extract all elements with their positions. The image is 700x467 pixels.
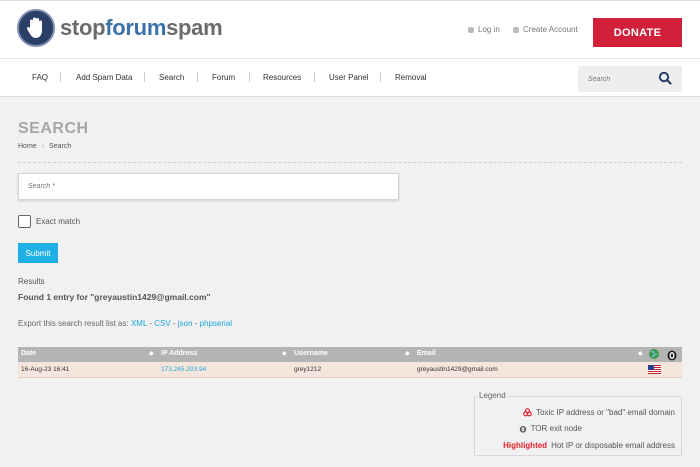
- nav-divider: [197, 72, 198, 82]
- nav-item-resources[interactable]: Resources: [263, 73, 301, 82]
- nav-item-removal[interactable]: Removal: [395, 73, 427, 82]
- export-json-link[interactable]: json: [178, 319, 193, 328]
- site-logo[interactable]: stopforumspam: [17, 9, 223, 47]
- column-header-date[interactable]: Date: [21, 350, 36, 357]
- main-nav: FAQ Add Spam Data Search Forum Resources…: [0, 58, 700, 97]
- nav-item-search[interactable]: Search: [159, 73, 184, 82]
- search-field-wrapper: [18, 173, 399, 200]
- cell-email: greyaustin1429@gmail.com: [417, 366, 498, 373]
- sort-icon[interactable]: ◆: [405, 350, 410, 357]
- logo-wordmark: stopforumspam: [60, 15, 223, 40]
- results-found-text: Found 1 entry for "greyaustin1429@gmail.…: [18, 292, 211, 302]
- sort-icon[interactable]: ◆: [638, 350, 643, 357]
- tor-onion-icon[interactable]: [666, 348, 678, 363]
- export-line: Export this search result list as: XML -…: [18, 319, 233, 328]
- export-csv-link[interactable]: CSV: [154, 319, 170, 328]
- legend-box: Legend Toxic IP address or "bad" email d…: [474, 391, 682, 456]
- breadcrumb-home[interactable]: Home: [18, 143, 37, 150]
- nav-search-box: [578, 66, 682, 92]
- biohazard-icon: [523, 408, 532, 417]
- create-account-link[interactable]: Create Account: [513, 25, 578, 34]
- search-input[interactable]: [19, 174, 398, 199]
- cell-username: grey1212: [294, 366, 322, 373]
- breadcrumb-separator: ›: [41, 143, 45, 150]
- legend-item-toxic: Toxic IP address or "bad" email domain: [523, 408, 675, 417]
- nav-item-user-panel[interactable]: User Panel: [329, 73, 369, 82]
- export-xml-link[interactable]: XML: [131, 319, 147, 328]
- section-divider: [18, 162, 682, 163]
- legend-item-tor: TOR exit node: [519, 424, 582, 433]
- column-header-username[interactable]: Username: [294, 350, 328, 357]
- stop-hand-icon: [17, 9, 55, 47]
- nav-divider: [144, 72, 145, 82]
- page-title: SEARCH: [18, 120, 89, 137]
- cell-date: 16-Aug-23 16:41: [21, 366, 70, 373]
- breadcrumb-current: Search: [49, 143, 72, 150]
- column-header-ip-address[interactable]: IP Address: [161, 350, 197, 357]
- nav-divider: [249, 72, 250, 82]
- site-header: stopforumspam Log in Create Account DONA…: [0, 0, 700, 58]
- cell-ip-link[interactable]: 173.245.203.94: [161, 366, 206, 373]
- nav-item-faq[interactable]: FAQ: [32, 73, 48, 82]
- legend-title: Legend: [477, 391, 508, 400]
- nav-item-add-spam-data[interactable]: Add Spam Data: [76, 73, 132, 82]
- donate-button[interactable]: DONATE: [593, 18, 682, 47]
- user-icon: [513, 26, 519, 33]
- column-header-email[interactable]: Email: [417, 350, 436, 357]
- exact-match-checkbox[interactable]: [18, 215, 31, 228]
- login-link[interactable]: Log in: [468, 25, 500, 34]
- export-phpserial-link[interactable]: phpserial: [200, 319, 232, 328]
- search-icon[interactable]: [658, 71, 672, 90]
- globe-icon[interactable]: [648, 348, 660, 362]
- nav-divider: [380, 72, 381, 82]
- exact-match-label[interactable]: Exact match: [36, 217, 80, 226]
- sort-icon[interactable]: ◆: [282, 350, 287, 357]
- legend-item-highlighted: Highlighted Hot IP or disposable email a…: [503, 441, 675, 450]
- nav-divider: [60, 72, 61, 82]
- sort-icon[interactable]: ◆: [149, 350, 154, 357]
- lock-icon: [468, 26, 474, 33]
- results-table: Date ◆ IP Address ◆ Username ◆ Email ◆ 1…: [18, 347, 682, 378]
- submit-button[interactable]: Submit: [18, 243, 58, 263]
- export-prefix: Export this search result list as:: [18, 319, 129, 328]
- nav-item-forum[interactable]: Forum: [212, 73, 235, 82]
- results-label: Results: [18, 277, 45, 286]
- table-header: Date ◆ IP Address ◆ Username ◆ Email ◆: [18, 347, 682, 362]
- tor-onion-icon: [519, 425, 526, 433]
- breadcrumb: Home › Search: [18, 143, 71, 150]
- nav-divider: [314, 72, 315, 82]
- table-row: 16-Aug-23 16:41 173.245.203.94 grey1212 …: [18, 362, 682, 378]
- nav-search-input[interactable]: [578, 66, 658, 92]
- us-flag-icon: [648, 365, 661, 374]
